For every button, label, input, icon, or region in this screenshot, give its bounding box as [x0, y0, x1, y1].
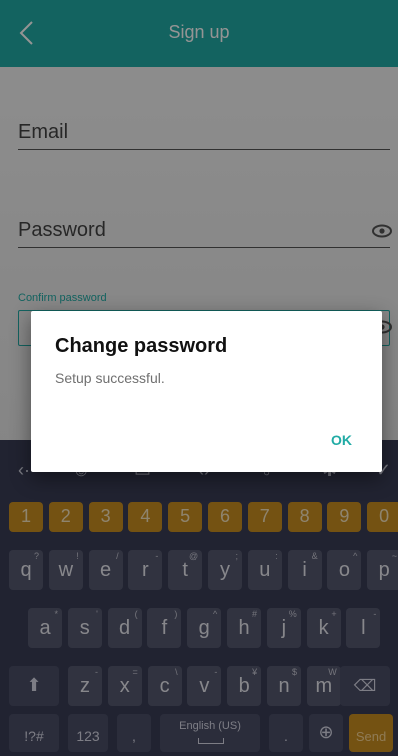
change-password-dialog: Change password Setup successful. OK	[31, 311, 382, 472]
ok-button[interactable]: OK	[331, 432, 352, 448]
dialog-message: Setup successful.	[55, 370, 165, 386]
dialog-title: Change password	[55, 335, 228, 357]
screen: Sign up Email Password Confirm password …	[0, 0, 398, 756]
